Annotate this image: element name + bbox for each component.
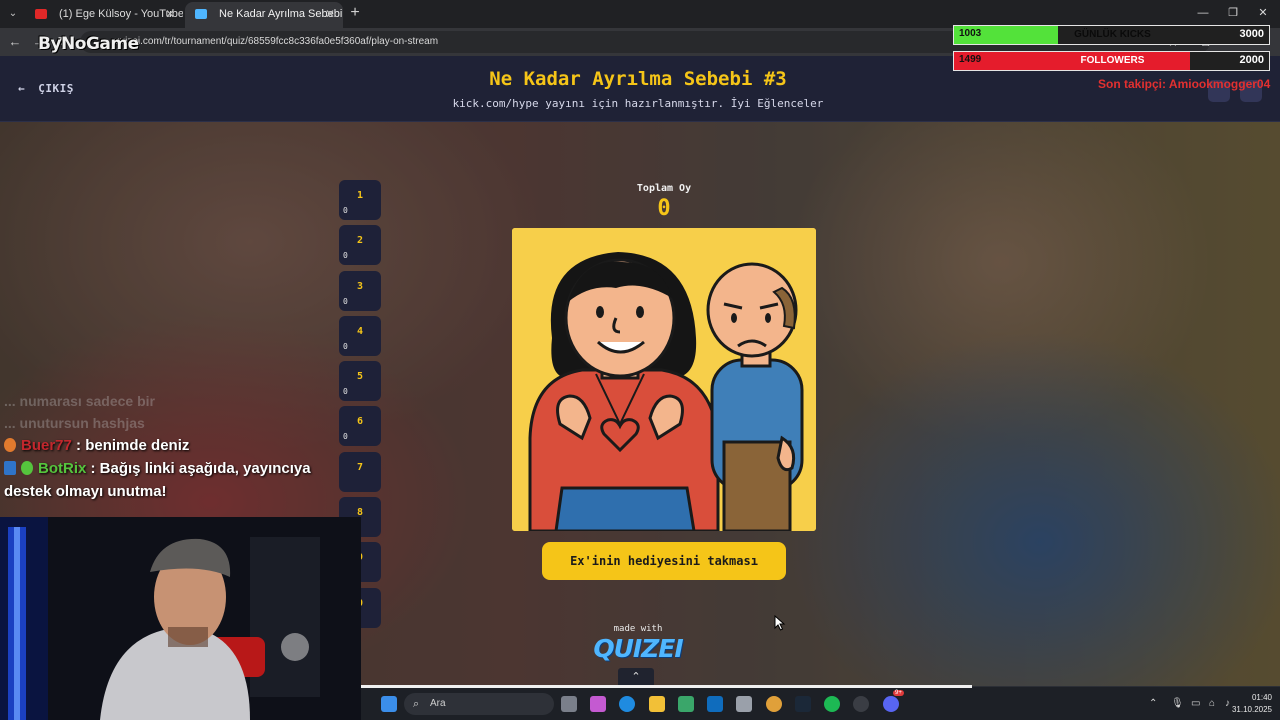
chat-message: Buer77 : benimde deniz [4,434,360,457]
quizei-logo[interactable]: QUIZEI [592,634,684,663]
option-number: 4 [356,325,364,337]
obs-icon[interactable] [853,696,869,712]
network-icon[interactable]: ⌂ [1209,698,1215,709]
windows-start-icon[interactable] [381,696,397,712]
discord-badge: 9+ [893,690,904,696]
kicks-target: 3000 [1239,28,1264,40]
option-votes: 0 [343,251,348,261]
chrome-icon[interactable] [766,696,782,712]
video-progress-bar[interactable] [361,685,972,688]
search-icon: ⌕ [413,698,420,710]
followers-bar: 1499 FOLLOWERS 2000 [953,51,1270,71]
option-votes: 0 [343,206,348,215]
outlook-icon[interactable] [707,696,723,712]
streamer-webcam-image [0,517,361,720]
monitor-icon[interactable]: ▭ [1191,698,1200,709]
back-button[interactable]: ← [6,33,24,51]
new-tab-button[interactable]: + [346,4,364,22]
last-follower-text: Son takipçi: Amiookmogger04 [1098,77,1271,91]
restore-button[interactable]: ❐ [1218,4,1248,22]
option-number: 1 [356,190,364,201]
current-choice-button[interactable]: Ex'inin hediyesini takması [542,542,786,580]
option-votes: 0 [343,296,348,306]
chat-text: : benimde deniz [71,437,190,454]
option-item-2[interactable]: 20 [339,225,381,266]
daily-kicks-bar: 1003 GÜNLÜK KICKS 3000 [953,25,1270,45]
date-text: 31.10.2025 [1231,705,1272,714]
chevron-up-icon[interactable]: ⌃ [618,668,654,686]
option-number: 5 [356,371,364,383]
option-votes: 0 [343,341,348,351]
tab-quizei[interactable]: Ne Kadar Ayrılma Sebebi #3 - Q ✕ [185,2,343,28]
spotify-icon[interactable] [824,696,840,712]
discord-icon[interactable] [883,696,899,712]
option-item-4[interactable]: 40 [339,315,381,356]
option-number: 2 [356,235,364,247]
task-view-icon[interactable] [561,696,577,712]
made-with-text: made with [613,624,663,634]
stream-chat: ... numarası sadece bir ... unutursun ha… [4,390,360,503]
microphone-icon[interactable]: 🎙 [1171,698,1184,709]
kicks-label: GÜNLÜK KICKS [1074,29,1151,40]
store-icon[interactable] [678,696,694,712]
chat-username: BotRix [38,460,87,477]
webcam-feed [0,517,361,720]
settings-gear-icon[interactable] [736,696,752,712]
mouse-cursor-icon [774,615,786,631]
chat-faded-line: ... numarası sadece bir [4,393,155,409]
total-votes-label: Toplam Oy [636,183,692,194]
youtube-icon [35,9,47,19]
screen: ⌄ (1) Ege Külsoy - YouTube ✕ Ne Kadar Ay… [0,0,1280,720]
search-placeholder: Ara [430,698,446,709]
page-title: Ne Kadar Ayrılma Sebebi #3 [489,68,787,90]
clock[interactable]: 01:40 31.10.2025 [1222,692,1272,716]
tab-youtube[interactable]: (1) Ege Külsoy - YouTube ✕ [25,2,183,28]
sword-icon [4,461,16,475]
chat-username: Buer77 [21,437,72,454]
option-item-1[interactable]: 10 [339,180,381,220]
chevron-up-tray-icon[interactable]: ⌃ [1149,698,1157,709]
verified-icon [21,461,33,475]
time-text: 01:40 [1251,693,1272,702]
url-text: quizei.com/tr/tournament/quiz/68559fcc8c… [114,36,439,47]
minimize-button[interactable]: — [1188,4,1218,22]
tab-close-icon[interactable]: ✕ [325,2,335,26]
taskbar-search[interactable]: ⌕ Ara [404,693,554,715]
followers-label: FOLLOWERS [1080,55,1145,66]
total-votes-count: 0 [657,196,671,221]
couple-illustration [512,228,816,531]
option-item-3[interactable]: 30 [339,270,381,311]
choice-image [512,228,816,531]
followers-target: 2000 [1239,54,1264,66]
bynogame-logo: ByNoGame [38,34,139,54]
copilot-icon[interactable] [590,696,606,712]
close-window-button[interactable]: ✕ [1248,4,1278,22]
fire-icon [4,438,16,452]
chat-message: BotRix : Bağış linki aşağıda, yayıncıya … [4,457,360,503]
edge-icon[interactable] [619,696,635,712]
browser-tabbar: ⌄ (1) Ege Külsoy - YouTube ✕ Ne Kadar Ay… [0,0,1280,28]
windows-taskbar: ⌕ Ara 9+ ⌃ 🎙 ▭ ⌂ ♪ 01:40 31.10.2025 [361,686,1280,720]
page-subtitle: kick.com/hype yayını için hazırlanmıştır… [452,97,824,110]
option-number: 3 [356,280,364,292]
file-explorer-icon[interactable] [649,696,665,712]
tab-close-icon[interactable]: ✕ [165,2,175,26]
quizei-favicon-icon [195,9,207,19]
chat-faded-line: ... unutursun hashjas [4,415,145,431]
steam-icon[interactable] [795,696,811,712]
tab-search-icon[interactable]: ⌄ [5,6,21,22]
